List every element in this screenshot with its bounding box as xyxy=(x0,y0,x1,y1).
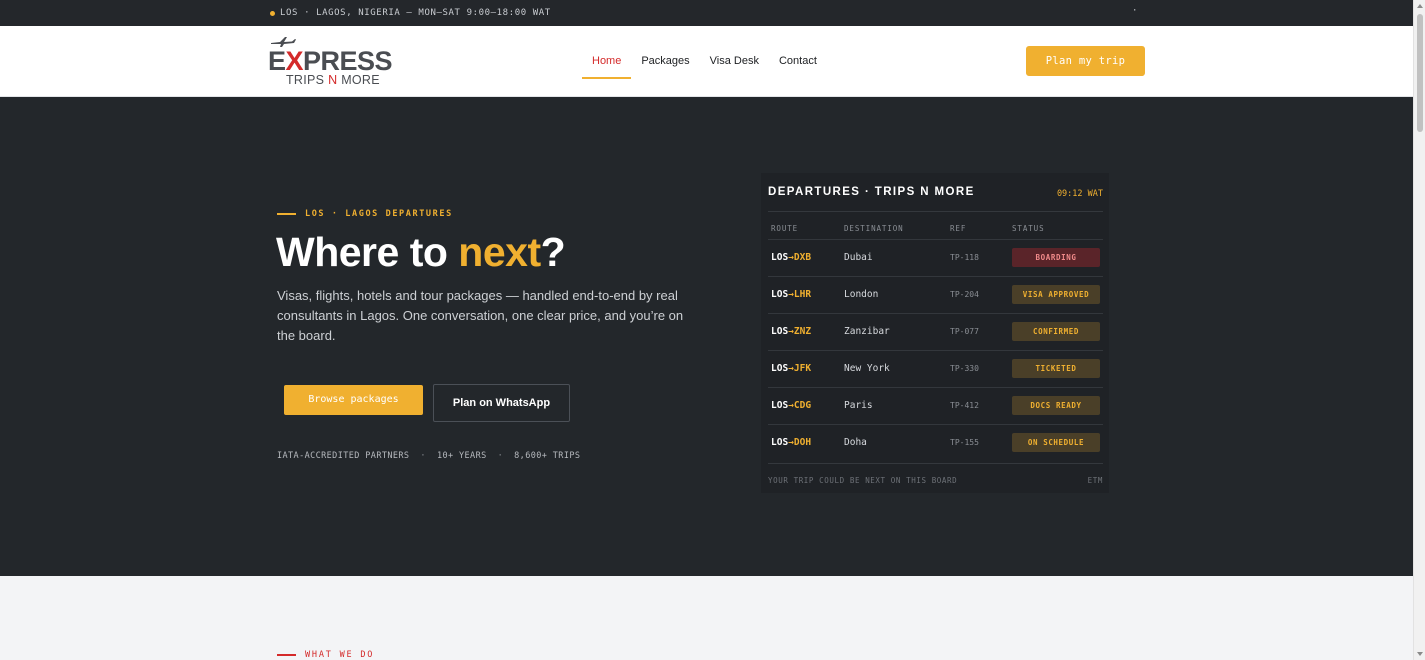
trip-ref: TP-204 xyxy=(950,290,979,299)
section-eyebrow: WHAT WE DO xyxy=(277,650,374,660)
trip-ref: TP-330 xyxy=(950,364,979,373)
scroll-down-arrow-icon[interactable] xyxy=(1417,652,1423,656)
board-footer-code: ETM xyxy=(1087,476,1103,485)
stat-iata: IATA-ACCREDITED PARTNERS xyxy=(277,451,410,461)
stat-years: 10+ YEARS xyxy=(436,451,487,461)
column-status: STATUS xyxy=(1012,224,1045,233)
route-code: LOS→ZNZ xyxy=(771,326,812,337)
trip-ref: TP-412 xyxy=(950,401,979,410)
nav-item-home[interactable]: Home xyxy=(582,26,632,97)
eyebrow-rule xyxy=(277,213,296,215)
route-code: LOS→DOH xyxy=(771,437,812,448)
departure-row: LOS→CDG Paris TP-412 DOCS READY xyxy=(768,387,1103,423)
trip-ref: TP-118 xyxy=(950,253,979,262)
logo-tagline: TRIPS N MORE xyxy=(286,73,380,87)
hero-stats: IATA-ACCREDITED PARTNERS · 10+ YEARS · 8… xyxy=(277,451,580,461)
board-footer: YOUR TRIP COULD BE NEXT ON THIS BOARD ET… xyxy=(768,476,1103,485)
nav-item-contact[interactable]: Contact xyxy=(769,26,827,97)
board-title: DEPARTURES · TRIPS N MORE xyxy=(768,186,975,198)
departure-row: LOS→JFK New York TP-330 TICKETED xyxy=(768,350,1103,386)
stat-separator: · xyxy=(420,451,426,461)
column-route: ROUTE xyxy=(771,224,799,233)
destination-city: Doha xyxy=(844,437,867,448)
hero-description: Visas, flights, hotels and tour packages… xyxy=(277,288,684,343)
plan-on-whatsapp-button[interactable]: Plan on WhatsApp xyxy=(433,384,570,422)
trip-ref: TP-077 xyxy=(950,327,979,336)
destination-city: London xyxy=(844,289,879,300)
board-divider xyxy=(768,211,1103,212)
scrollbar-thumb[interactable] xyxy=(1417,14,1423,132)
status-badge: DOCS READY xyxy=(1012,396,1100,415)
route-code: LOS→DXB xyxy=(771,252,812,263)
stat-trips: 8,600+ TRIPS xyxy=(514,451,581,461)
status-badge: TICKETED xyxy=(1012,359,1100,378)
board-divider xyxy=(768,463,1103,464)
stat-separator: · xyxy=(497,451,504,461)
browse-packages-button[interactable]: Browse packages xyxy=(284,385,423,415)
status-dot-icon xyxy=(270,11,275,16)
status-badge: VISA APPROVED xyxy=(1012,285,1100,304)
destination-city: Zanzibar xyxy=(844,326,890,337)
destination-city: Dubai xyxy=(844,252,873,263)
status-badge: CONFIRMED xyxy=(1012,322,1100,341)
column-ref: REF xyxy=(950,224,967,233)
departure-row: LOS→DOH Doha TP-155 ON SCHEDULE xyxy=(768,424,1103,460)
scroll-up-arrow-icon[interactable] xyxy=(1417,4,1423,8)
hero-eyebrow-text: LOS · LAGOS DEPARTURES xyxy=(305,209,453,219)
hero-eyebrow: LOS · LAGOS DEPARTURES xyxy=(277,209,453,219)
logo-wordmark: EXPRESS xyxy=(268,46,393,76)
destination-city: Paris xyxy=(844,400,873,411)
status-badge: BOARDING xyxy=(1012,248,1100,267)
location-hours-text: LOS · LAGOS, NIGERIA — MON–SAT 9:00–18:0… xyxy=(280,8,551,18)
page-scrollbar[interactable] xyxy=(1413,0,1425,660)
route-code: LOS→CDG xyxy=(771,400,812,411)
section-eyebrow-text: WHAT WE DO xyxy=(305,650,375,660)
board-column-headers: ROUTE DESTINATION REF STATUS xyxy=(768,224,1103,236)
trip-ref: TP-155 xyxy=(950,438,979,447)
brand-logo[interactable]: EXPRESS TRIPS N MORE xyxy=(268,36,398,88)
destination-city: New York xyxy=(844,363,890,374)
hero-headline: Where to next? xyxy=(276,229,566,275)
departure-row: LOS→LHR London TP-204 VISA APPROVED xyxy=(768,276,1103,312)
board-clock: 09:12 WAT xyxy=(1056,189,1103,199)
site-header: EXPRESS TRIPS N MORE Home Packages Visa … xyxy=(0,26,1413,97)
departures-board: DEPARTURES · TRIPS N MORE 09:12 WAT ROUT… xyxy=(761,173,1109,493)
departure-row: LOS→ZNZ Zanzibar TP-077 CONFIRMED xyxy=(768,313,1103,349)
what-we-do-section: WHAT WE DO xyxy=(0,576,1413,660)
nav-item-packages[interactable]: Packages xyxy=(631,26,699,97)
main-nav: Home Packages Visa Desk Contact xyxy=(582,26,827,97)
departure-row: LOS→DXB Dubai TP-118 BOARDING xyxy=(768,239,1103,275)
status-badge: ON SCHEDULE xyxy=(1012,433,1100,452)
route-code: LOS→LHR xyxy=(771,289,812,300)
top-info-bar: LOS · LAGOS, NIGERIA — MON–SAT 9:00–18:0… xyxy=(0,0,1413,26)
hero-section: LOS · LAGOS DEPARTURES Where to next? Vi… xyxy=(0,97,1413,576)
route-code: LOS→JFK xyxy=(771,363,812,374)
topbar-right-text: · xyxy=(1132,6,1138,16)
nav-item-visa-desk[interactable]: Visa Desk xyxy=(700,26,769,97)
column-destination: DESTINATION xyxy=(844,224,904,233)
eyebrow-rule xyxy=(277,654,296,656)
plan-my-trip-button[interactable]: Plan my trip xyxy=(1026,46,1145,76)
board-footer-note: YOUR TRIP COULD BE NEXT ON THIS BOARD xyxy=(768,476,958,485)
